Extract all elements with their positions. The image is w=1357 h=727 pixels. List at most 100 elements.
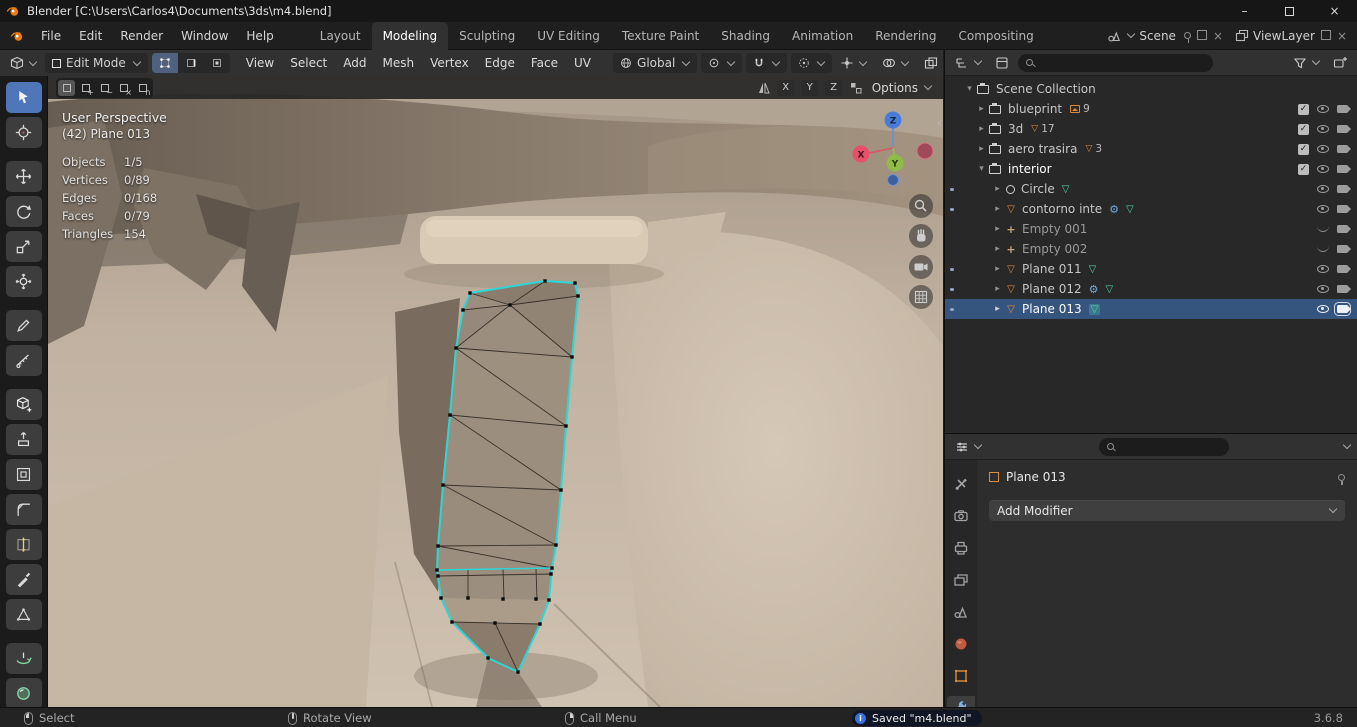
- tool-cursor-button[interactable]: [5, 117, 42, 148]
- pin-icon[interactable]: [1183, 32, 1191, 43]
- filter-button[interactable]: [1289, 53, 1324, 73]
- mirror-x-toggle[interactable]: X: [776, 79, 795, 96]
- show-gizmo-button[interactable]: [836, 53, 871, 73]
- viewlayer-selector[interactable]: ViewLayer ×: [1235, 29, 1347, 43]
- hide-in-viewport-icon[interactable]: [1317, 125, 1329, 133]
- saved-notification[interactable]: i Saved "m4.blend": [852, 710, 982, 726]
- exclude-checkbox[interactable]: ✓: [1298, 163, 1309, 175]
- tool-poly-build-button[interactable]: [5, 599, 42, 630]
- pin-icon[interactable]: [1338, 473, 1345, 485]
- tab-tool[interactable]: [947, 472, 975, 495]
- tool-knife-button[interactable]: [5, 564, 42, 595]
- hide-in-viewport-icon[interactable]: [1317, 185, 1329, 193]
- properties-search-input[interactable]: [1098, 437, 1229, 456]
- outliner-row-interior[interactable]: ▾ interior ✓: [945, 159, 1357, 179]
- hide-in-viewport-icon[interactable]: [1317, 105, 1329, 113]
- maximize-button[interactable]: [1267, 0, 1312, 22]
- disable-in-render-icon[interactable]: [1337, 185, 1351, 193]
- select-extend-button[interactable]: +: [77, 80, 94, 97]
- disable-in-render-icon[interactable]: [1337, 245, 1351, 253]
- disclosure-icon[interactable]: ▸: [991, 244, 1004, 254]
- disclosure-icon[interactable]: ▸: [975, 144, 988, 154]
- disclosure-icon[interactable]: ▸: [991, 224, 1004, 234]
- menu-add[interactable]: Add: [335, 56, 374, 70]
- scene-selector[interactable]: Scene ×: [1107, 29, 1223, 43]
- disable-in-render-icon[interactable]: [1337, 285, 1351, 293]
- edge-select-button[interactable]: [178, 53, 204, 73]
- transform-orientation-selector[interactable]: Global: [613, 53, 698, 73]
- editor-type-button[interactable]: [951, 437, 986, 457]
- viewport-region[interactable]: Z X Y + − × ∩ X Y Z Options User Perspec…: [48, 76, 943, 707]
- tab-compositing[interactable]: Compositing: [947, 22, 1044, 50]
- disclosure-icon[interactable]: ▾: [963, 84, 976, 94]
- mirror-z-toggle[interactable]: Z: [824, 79, 843, 96]
- tab-shading[interactable]: Shading: [710, 22, 781, 50]
- overlays-button[interactable]: [878, 53, 913, 73]
- xray-toggle[interactable]: [920, 53, 942, 73]
- mode-selector[interactable]: Edit Mode: [45, 53, 148, 73]
- chevron-down-icon[interactable]: [1342, 440, 1352, 450]
- face-select-button[interactable]: [204, 53, 230, 73]
- tool-loop-cut-button[interactable]: [5, 529, 42, 560]
- editor-type-button[interactable]: [951, 53, 986, 73]
- outliner-row-empty-001[interactable]: ▸ + Empty 001: [945, 219, 1357, 239]
- disclosure-icon[interactable]: ▸: [991, 204, 1004, 214]
- tab-output[interactable]: [947, 536, 975, 559]
- new-scene-icon[interactable]: [1196, 29, 1207, 40]
- hide-in-viewport-icon[interactable]: [1317, 285, 1329, 293]
- disable-in-render-icon[interactable]: [1337, 165, 1351, 173]
- tab-layout[interactable]: Layout: [309, 22, 372, 50]
- disable-in-render-icon[interactable]: [1337, 225, 1351, 233]
- hide-in-viewport-icon[interactable]: [1317, 165, 1329, 173]
- menu-select[interactable]: Select: [282, 56, 335, 70]
- tab-texture-paint[interactable]: Texture Paint: [611, 22, 710, 50]
- blender-menu-button[interactable]: [10, 29, 24, 43]
- pivot-point-button[interactable]: [701, 53, 743, 73]
- hide-in-viewport-icon[interactable]: [1317, 305, 1329, 313]
- grid-view-button[interactable]: [909, 285, 933, 309]
- disclosure-icon[interactable]: ▸: [991, 264, 1004, 274]
- editor-type-button[interactable]: [6, 53, 41, 73]
- pan-button[interactable]: [909, 224, 933, 248]
- outliner-search-input[interactable]: [1018, 53, 1213, 72]
- vertex-select-button[interactable]: [151, 53, 178, 73]
- tab-sculpting[interactable]: Sculpting: [448, 22, 526, 50]
- new-collection-button[interactable]: [1329, 53, 1351, 73]
- disable-in-render-icon[interactable]: [1334, 302, 1351, 316]
- tool-move-button[interactable]: [5, 161, 42, 192]
- select-set-button[interactable]: [58, 79, 75, 96]
- exclude-checkbox[interactable]: ✓: [1298, 143, 1309, 155]
- outliner-row-plane-013-selected[interactable]: ▸ ▽ Plane 013 ▽: [945, 299, 1357, 319]
- tool-rotate-button[interactable]: [5, 196, 42, 227]
- disclosure-icon[interactable]: ▸: [991, 304, 1004, 314]
- disable-in-render-icon[interactable]: [1337, 265, 1351, 273]
- menu-uv[interactable]: UV: [566, 56, 599, 70]
- exclude-checkbox[interactable]: ✓: [1298, 123, 1309, 135]
- outliner-row-circle[interactable]: ▸ Circle ▽: [945, 179, 1357, 199]
- disclosure-icon[interactable]: ▸: [975, 124, 988, 134]
- tool-smooth-button[interactable]: [5, 678, 42, 707]
- disclosure-icon[interactable]: ▸: [975, 104, 988, 114]
- select-invert-button[interactable]: ×: [115, 80, 132, 97]
- disclosure-icon[interactable]: ▸: [991, 284, 1004, 294]
- outliner-row-aero-trasira[interactable]: ▸ aero trasira ▽ 3 ✓: [945, 139, 1357, 159]
- menu-file[interactable]: File: [32, 29, 70, 43]
- select-subtract-button[interactable]: −: [96, 80, 113, 97]
- tab-modeling[interactable]: Modeling: [371, 21, 449, 50]
- tool-transform-button[interactable]: [5, 266, 42, 297]
- tool-tweak-button[interactable]: [5, 82, 42, 113]
- menu-mesh[interactable]: Mesh: [375, 56, 423, 70]
- tab-render[interactable]: [947, 504, 975, 527]
- menu-view[interactable]: View: [238, 56, 282, 70]
- disable-in-render-icon[interactable]: [1337, 205, 1351, 213]
- hidden-in-viewport-icon[interactable]: [1317, 226, 1329, 232]
- outliner-row-empty-002[interactable]: ▸ + Empty 002: [945, 239, 1357, 259]
- exclude-checkbox[interactable]: ✓: [1298, 103, 1309, 115]
- outliner-row-scene-collection[interactable]: ▾ Scene Collection: [945, 79, 1357, 99]
- tab-view-layer[interactable]: [947, 568, 975, 591]
- tool-bevel-button[interactable]: [5, 494, 42, 525]
- tab-animation[interactable]: Animation: [781, 22, 864, 50]
- tab-uv-editing[interactable]: UV Editing: [526, 22, 611, 50]
- hide-in-viewport-icon[interactable]: [1317, 145, 1329, 153]
- tool-extrude-button[interactable]: [5, 424, 42, 455]
